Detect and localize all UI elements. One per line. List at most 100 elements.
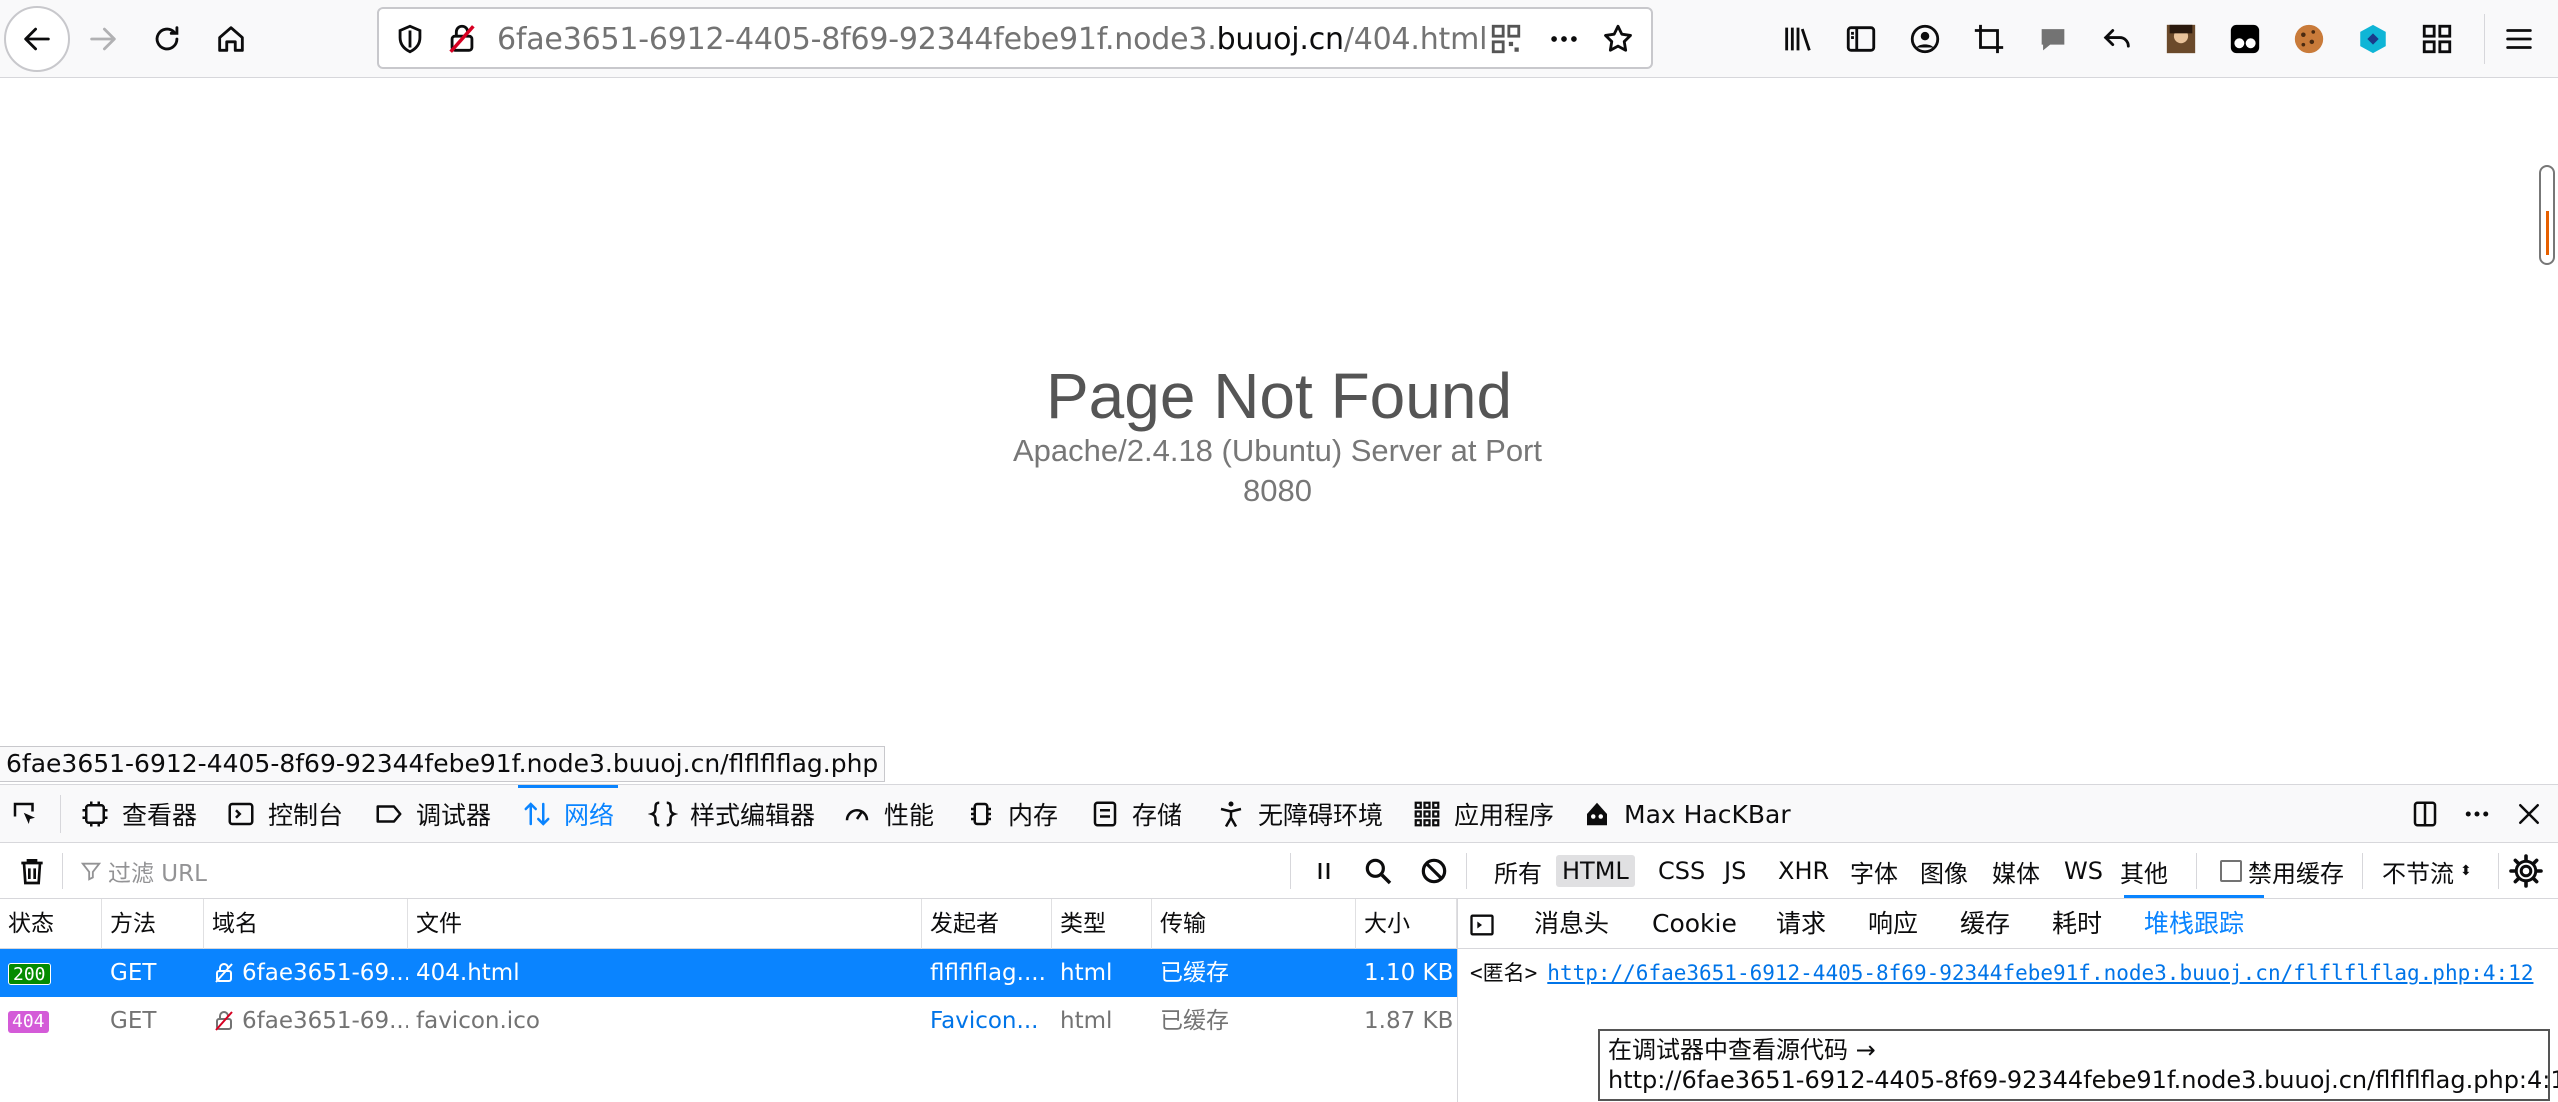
filter-type-xhr[interactable]: XHR	[1772, 855, 1835, 887]
element-picker-icon	[13, 802, 35, 824]
search-button[interactable]	[1362, 855, 1394, 887]
disable-cache-checkbox[interactable]: 禁用缓存	[2214, 855, 2350, 888]
filter-type-ws[interactable]: WS	[2058, 855, 2109, 887]
home-button[interactable]	[198, 6, 264, 72]
insecure-lock-icon[interactable]	[445, 22, 479, 56]
style-editor-icon	[648, 801, 678, 827]
tab-performance[interactable]: 性能	[842, 785, 934, 843]
table-row[interactable]: 200 GET 6fae3651-69... 404.html flflflfl…	[0, 949, 1457, 997]
extension-blue-button[interactable]	[2354, 20, 2392, 58]
reload-button[interactable]	[134, 6, 200, 72]
network-filter-bar: 过滤 URL 所有 HTML CSS JS XHR 字体 图像 媒体 WS 其他…	[0, 843, 2558, 899]
filter-divider	[62, 853, 63, 889]
column-file[interactable]: 文件	[408, 899, 922, 949]
dock-side-button[interactable]	[2410, 785, 2452, 843]
domain-text: 6fae3651-69...	[242, 1008, 408, 1034]
extension-qr-button[interactable]	[2418, 20, 2456, 58]
column-type[interactable]: 类型	[1052, 899, 1152, 949]
block-button[interactable]	[1418, 855, 1450, 887]
tab-storage[interactable]: 存储	[1090, 785, 1182, 843]
tab-timings[interactable]: 耗时	[2052, 899, 2102, 949]
menu-button[interactable]	[2500, 20, 2538, 58]
clear-requests-button[interactable]	[16, 855, 48, 887]
throttle-value: 不节流	[2382, 859, 2454, 888]
domain-text: 6fae3651-69...	[242, 960, 408, 986]
tab-inspector[interactable]: 查看器	[80, 785, 197, 843]
transfer-cell: 已缓存	[1160, 1008, 1229, 1034]
throttle-select[interactable]: 不节流 ⬍	[2376, 855, 2478, 888]
qr-code-icon[interactable]	[1489, 22, 1523, 56]
filter-type-js[interactable]: JS	[1718, 855, 1752, 887]
scroll-position-marker	[2546, 211, 2549, 255]
extension-tampermonkey-button[interactable]	[2226, 20, 2264, 58]
tab-debugger[interactable]: 调试器	[374, 785, 491, 843]
chat-button[interactable]	[2034, 20, 2072, 58]
tab-accessibility[interactable]: 无障碍环境	[1216, 785, 1383, 843]
shield-icon[interactable]	[393, 22, 427, 56]
account-button[interactable]	[1906, 20, 1944, 58]
filter-type-html[interactable]: HTML	[1556, 855, 1635, 887]
filter-type-media[interactable]: 媒体	[1986, 855, 2046, 888]
column-method[interactable]: 方法	[102, 899, 204, 949]
filter-type-fonts[interactable]: 字体	[1844, 855, 1904, 888]
element-picker-button[interactable]	[10, 785, 52, 843]
tab-cookies[interactable]: Cookie	[1652, 899, 1737, 949]
tab-stack-trace[interactable]: 堆栈跟踪	[2123, 895, 2265, 949]
tab-style-editor[interactable]: 样式编辑器	[648, 785, 815, 843]
initiator-cell[interactable]: Favicon...	[922, 997, 1052, 1045]
column-domain[interactable]: 域名	[204, 899, 408, 949]
page-scrollbar[interactable]	[2539, 165, 2555, 265]
filter-type-other[interactable]: 其他	[2114, 855, 2174, 888]
network-settings-button[interactable]	[2508, 853, 2544, 889]
filter-type-images[interactable]: 图像	[1914, 855, 1974, 888]
tab-request[interactable]: 请求	[1776, 899, 1826, 949]
filter-type-all[interactable]: 所有	[1488, 855, 1548, 888]
tab-console[interactable]: 控制台	[226, 785, 343, 843]
extension-cookie-button[interactable]	[2290, 20, 2328, 58]
undo-button[interactable]	[2098, 20, 2136, 58]
initiator-cell[interactable]: flflflflag....	[922, 949, 1052, 997]
home-icon	[218, 26, 244, 52]
library-button[interactable]	[1779, 20, 1817, 58]
url-text[interactable]: 6fae3651-6912-4405-8f69-92344febe91f.nod…	[497, 22, 1487, 57]
more-icon[interactable]	[1547, 22, 1581, 56]
toggle-panel-button[interactable]	[1468, 911, 1496, 939]
table-row[interactable]: 404 GET 6fae3651-69... favicon.ico Favic…	[0, 997, 1457, 1045]
tab-cache[interactable]: 缓存	[1960, 899, 2010, 949]
tab-memory[interactable]: 内存	[966, 785, 1058, 843]
tab-max-hackbar[interactable]: Max HacKBar	[1582, 785, 1791, 843]
extension-avatar-button[interactable]	[2162, 20, 2200, 58]
filter-divider	[2498, 853, 2499, 889]
initiator-link[interactable]: flflflflag....	[930, 960, 1046, 986]
column-transferred[interactable]: 传输	[1152, 899, 1356, 949]
back-button[interactable]	[4, 6, 70, 72]
source-link-tooltip: 在调试器中查看源代码 → http://6fae3651-6912-4405-8…	[1598, 1029, 2558, 1101]
url-bar[interactable]: 6fae3651-6912-4405-8f69-92344febe91f.nod…	[377, 7, 1653, 69]
devtools-more-button[interactable]	[2462, 785, 2504, 843]
tab-network[interactable]: 网络	[517, 785, 619, 843]
initiator-link[interactable]: Favicon...	[930, 1008, 1038, 1034]
pause-button[interactable]	[1308, 855, 1340, 887]
column-size[interactable]: 大小	[1356, 899, 1457, 949]
avatar-icon	[2166, 24, 2196, 54]
column-initiator[interactable]: 发起者	[922, 899, 1052, 949]
checkbox-box[interactable]	[2220, 860, 2242, 882]
devtools-close-button[interactable]	[2514, 785, 2556, 843]
filter-type-css[interactable]: CSS	[1652, 855, 1711, 887]
tooltip-line-2: http://6fae3651-6912-4405-8f69-92344febe…	[1608, 1066, 2558, 1094]
column-status[interactable]: 状态	[0, 899, 102, 949]
tab-headers[interactable]: 消息头	[1534, 899, 1609, 949]
bookmark-star-icon[interactable]	[1601, 22, 1635, 56]
tab-response[interactable]: 响应	[1868, 899, 1918, 949]
disable-cache-label: 禁用缓存	[2248, 859, 2344, 888]
filter-divider	[1290, 853, 1291, 889]
filter-url-input[interactable]: 过滤 URL	[80, 849, 1280, 893]
tab-application[interactable]: 应用程序	[1412, 785, 1554, 843]
link-status-tooltip: 6fae3651-6912-4405-8f69-92344febe91f.nod…	[0, 746, 886, 782]
performance-icon	[845, 809, 869, 821]
frame-source-link[interactable]: http://6fae3651-6912-4405-8f69-92344febe…	[1547, 961, 2533, 985]
sidebar-button[interactable]	[1842, 20, 1880, 58]
forward-button[interactable]	[70, 6, 136, 72]
screenshot-button[interactable]	[1970, 20, 2008, 58]
account-icon	[1910, 24, 1940, 54]
